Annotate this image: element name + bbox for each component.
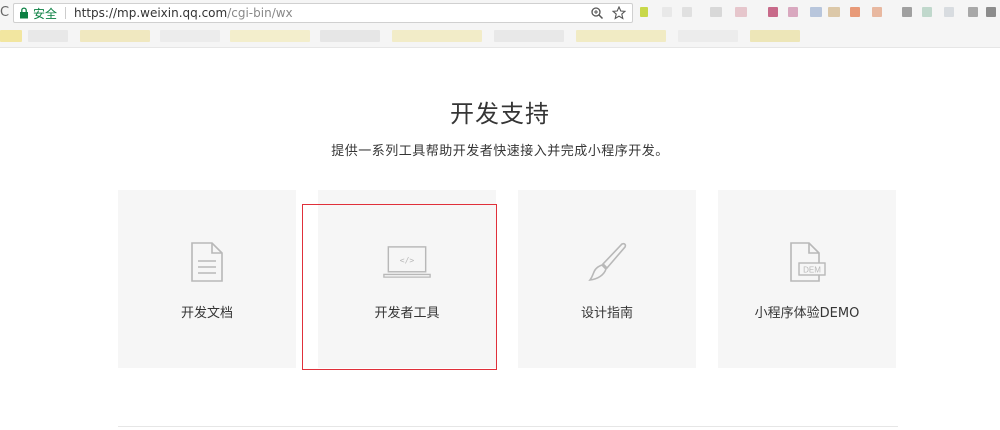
extension-icon[interactable] [788,7,798,17]
extension-icon[interactable] [968,7,978,17]
address-bar[interactable]: 安全 https://mp.weixin.qq.com/cgi-bin/wx [13,3,633,23]
document-icon [191,242,223,282]
bookmark-item[interactable] [494,30,564,42]
bookmark-item[interactable] [0,30,22,42]
extension-icon[interactable] [735,7,747,17]
extension-icons[interactable] [640,7,1000,21]
svg-text:DEM: DEM [803,266,821,275]
bookmark-item[interactable] [320,30,380,42]
extension-icon[interactable] [662,7,672,17]
bookmark-item[interactable] [576,30,666,42]
extension-icon[interactable] [768,7,778,17]
demo-file-icon: DEM [790,242,826,282]
extension-icon[interactable] [640,7,648,17]
card-design-guide[interactable]: 设计指南 [518,190,696,368]
bookmark-item[interactable] [28,30,68,42]
bookmark-star-icon[interactable] [612,6,626,20]
card-label: 开发文档 [180,306,233,321]
extension-icon[interactable] [850,7,860,17]
url-path: /cgi-bin/wx [227,6,293,20]
extension-icon[interactable] [682,7,692,17]
bookmark-item[interactable] [160,30,220,42]
bookmark-item[interactable] [392,30,482,42]
browser-chrome: C 安全 https://mp.weixin.qq.com/cgi-bin/wx [0,0,1000,48]
card-label: 设计指南 [580,306,633,321]
card-demo[interactable]: DEM 小程序体验DEMO [718,190,896,368]
section-title: 开发支持 [450,100,550,128]
paintbrush-icon [588,242,627,282]
card-label: 小程序体验DEMO [754,306,860,321]
bookmark-item[interactable] [750,30,800,42]
extension-icon[interactable] [902,7,912,17]
extension-icon[interactable] [828,7,840,17]
bookmark-item[interactable] [230,30,310,42]
extension-icon[interactable] [710,7,722,17]
lock-icon [20,7,28,19]
bookmark-item[interactable] [80,30,150,42]
extension-icon[interactable] [986,7,996,17]
bookmarks-bar [0,26,1000,46]
zoom-icon[interactable] [590,6,604,20]
section-subtitle: 提供一系列工具帮助开发者快速接入并完成小程序开发。 [331,144,669,159]
bookmark-item[interactable] [678,30,738,42]
card-dev-docs[interactable]: 开发文档 [118,190,296,368]
address-separator [65,7,67,19]
section-divider [118,426,898,427]
reload-button[interactable]: C [0,4,10,22]
secure-label: 安全 [33,6,58,21]
url-host: https://mp.weixin.qq.com [74,6,228,20]
highlight-box [302,204,497,370]
extension-icon[interactable] [944,7,954,17]
extension-icon[interactable] [810,7,822,17]
extension-icon[interactable] [922,7,932,17]
extension-icon[interactable] [872,7,882,17]
url-text: https://mp.weixin.qq.com/cgi-bin/wx [74,6,293,20]
